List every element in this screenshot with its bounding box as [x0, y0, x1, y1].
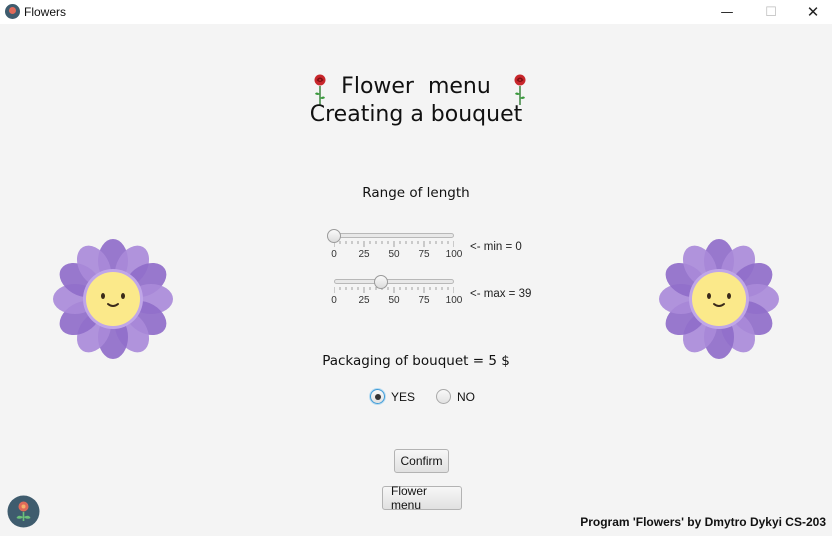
slider-tick-label: 100	[445, 295, 463, 306]
app-logo-icon	[5, 4, 20, 19]
flower-menu-button[interactable]: Flower menu	[382, 484, 462, 512]
slider-ticks	[334, 241, 454, 247]
close-button[interactable]: ✕	[790, 0, 832, 24]
slider-tick-label: 25	[358, 249, 370, 260]
slider-tick-label: 75	[418, 295, 430, 306]
footer-credit: Program 'Flowers' by Dmytro Dykyi CS-203	[580, 515, 826, 529]
slider-tick-label: 0	[331, 295, 337, 306]
slider-thumb[interactable]	[373, 275, 388, 289]
packaging-no-radio[interactable]: NO	[436, 389, 475, 404]
min-length-slider[interactable]: 0 25 50 75 100	[327, 228, 462, 268]
slider-tick-label: 75	[418, 249, 430, 260]
slider-tick-label: 0	[331, 249, 337, 260]
slider-tick-label: 50	[388, 249, 400, 260]
window-title: Flowers	[24, 5, 67, 19]
radio-label: NO	[457, 389, 475, 404]
max-length-slider[interactable]: 0 25 50 75 100	[330, 274, 462, 314]
slider-tick-labels: 0 25 50 75 100	[331, 295, 462, 307]
slider-track[interactable]	[334, 233, 454, 238]
slider-tick-label: 50	[388, 295, 400, 306]
smiling-flower-icon	[53, 239, 173, 359]
slider-track[interactable]	[334, 279, 454, 284]
maximize-button[interactable]: ☐	[748, 0, 794, 24]
packaging-yes-radio[interactable]: YES	[370, 389, 415, 404]
page-title: Flower menu	[341, 74, 491, 99]
confirm-button[interactable]: Confirm	[394, 449, 449, 473]
max-value-label: <- max = 39	[470, 288, 532, 300]
flower-logo-icon	[7, 495, 40, 528]
slider-tick-label: 25	[358, 295, 370, 306]
slider-tick-labels: 0 25 50 75 100	[331, 249, 462, 261]
slider-thumb[interactable]	[327, 229, 341, 243]
slider-ticks	[334, 287, 454, 293]
page-subtitle: Creating a bouquet	[309, 102, 523, 127]
min-value-label: <- min = 0	[470, 241, 522, 253]
radio-button[interactable]	[370, 389, 385, 404]
radio-button[interactable]	[436, 389, 451, 404]
range-label: Range of length	[362, 185, 470, 201]
smiling-flower-icon	[659, 239, 779, 359]
window-titlebar: Flowers — ☐ ✕	[0, 0, 832, 24]
minimize-button[interactable]: —	[704, 0, 750, 24]
radio-label: YES	[391, 389, 416, 404]
slider-tick-label: 100	[445, 249, 463, 260]
